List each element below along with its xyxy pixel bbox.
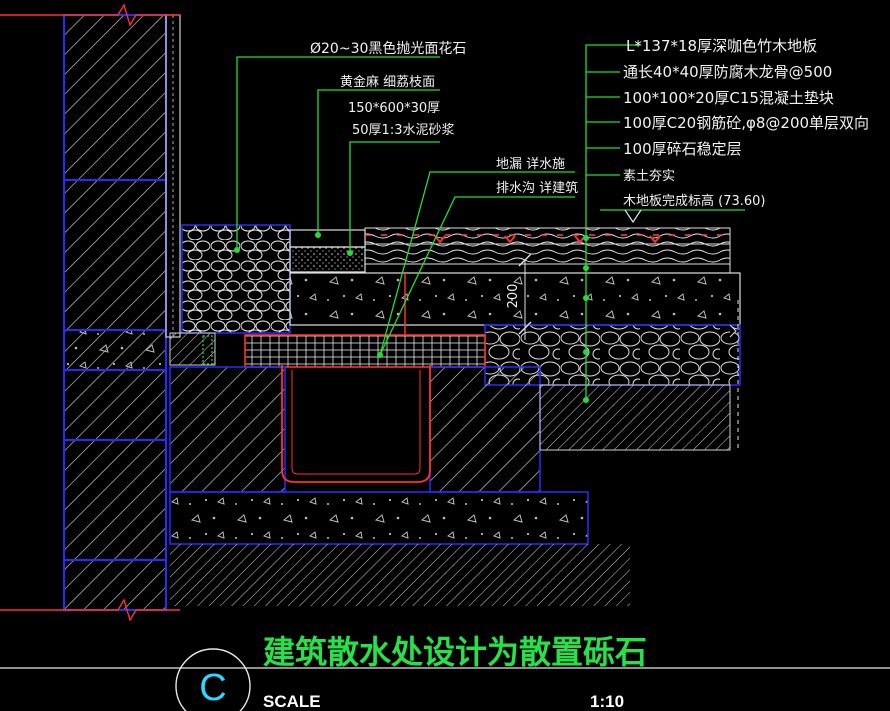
section-symbol: C: [199, 667, 226, 709]
pebble-strip: [181, 224, 291, 334]
compacted-soil: [539, 384, 731, 451]
building-wall: [63, 14, 181, 611]
scale-label: SCALE: [263, 692, 321, 711]
note-gravel-base: 100厚碎石稳定层: [623, 140, 742, 158]
note-black-pebbles: Ø20~30黑色抛光面花石: [310, 40, 466, 57]
notes-right: L*137*18厚深咖色竹木地板 通长40*40厚防腐木龙骨@500 100*1…: [623, 37, 869, 209]
elevation-marker: [624, 209, 642, 224]
note-granite-finish: 黄金麻 细荔枝面: [340, 74, 435, 90]
dimension-label: 200: [506, 284, 521, 309]
stone-paver: [289, 229, 366, 273]
drain-channel: [169, 365, 541, 493]
note-mortar-bed: 50厚1:3水泥砂浆: [352, 123, 454, 138]
wood-deck: [364, 227, 731, 274]
notes-center: 地漏 详水施 排水沟 详建筑: [496, 156, 578, 196]
note-stone-size: 150*600*30厚: [348, 101, 440, 116]
scale-value: 1:10: [590, 692, 624, 711]
foundation-slab: [169, 491, 630, 606]
note-finish-level: 木地板完成标高 (73.60): [623, 193, 766, 209]
note-compacted-soil: 素土夯实: [623, 169, 675, 184]
notes-left: Ø20~30黑色抛光面花石 黄金麻 细荔枝面 150*600*30厚 50厚1:…: [310, 40, 466, 138]
drain-grating: [169, 332, 486, 368]
note-rc-slab: 100厚C20钢筋砼,φ8@200单层双向: [623, 114, 869, 132]
note-floor-drain: 地漏 详水施: [496, 156, 565, 172]
note-bamboo-decking: L*137*18厚深咖色竹木地板: [626, 37, 817, 55]
title-block: C 建筑散水处设计为散置砾石 SCALE 1:10: [0, 633, 890, 711]
cad-section-drawing: 200 Ø20~30黑色抛光面花石 黄金麻 细荔枝面 150*600*30厚 5…: [0, 3, 890, 711]
drawing-title: 建筑散水处设计为散置砾石: [263, 633, 647, 671]
note-wood-joist: 通长40*40厚防腐木龙骨@500: [623, 63, 832, 81]
note-concrete-pad: 100*100*20厚C15混凝土垫块: [623, 89, 834, 107]
note-drain-channel: 排水沟 详建筑: [496, 180, 578, 196]
